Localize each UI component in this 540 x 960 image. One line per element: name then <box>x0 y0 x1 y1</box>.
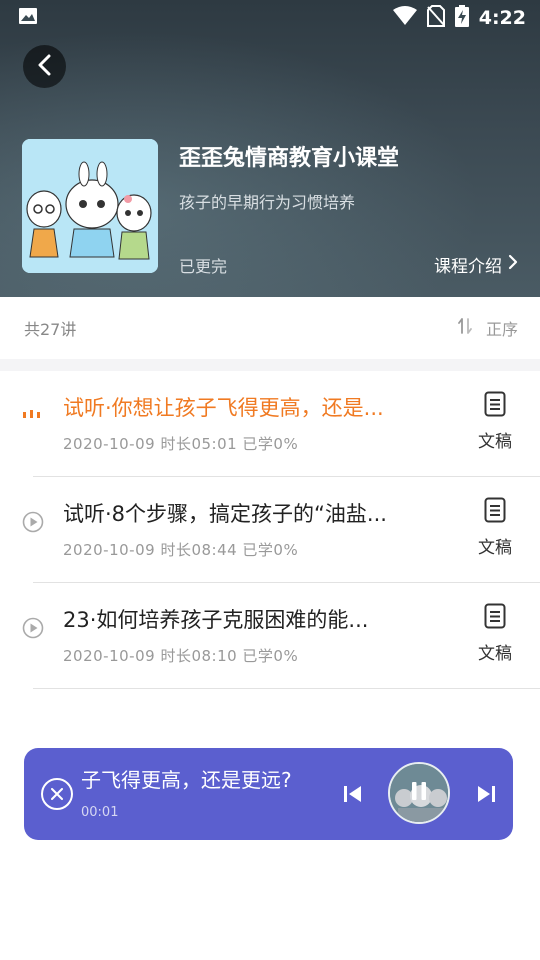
image-icon <box>18 7 38 29</box>
transcript-button[interactable]: 文稿 <box>470 497 520 561</box>
lesson-title: 23·如何培养孩子克服困难的能... <box>63 608 369 632</box>
lesson-meta: 2020-10-09 时长08:10 已学0% <box>63 647 299 665</box>
intro-link-label: 课程介绍 <box>434 257 502 277</box>
lesson-item[interactable]: 试听·8个步骤，搞定孩子的“油盐... 2020-10-09 时长08:44 已… <box>0 477 540 583</box>
skip-previous-icon <box>342 786 364 809</box>
mini-player[interactable]: 子飞得更高，还是更远? 00:01 <box>24 748 513 840</box>
transcript-button[interactable]: 文稿 <box>470 391 520 455</box>
sort-label: 正序 <box>485 320 518 339</box>
player-elapsed-time: 00:01 <box>81 805 119 820</box>
lesson-meta: 2020-10-09 时长08:44 已学0% <box>63 541 299 559</box>
transcript-label: 文稿 <box>478 644 512 664</box>
next-track-button[interactable] <box>475 783 497 805</box>
wifi-icon <box>392 6 417 30</box>
transcript-button[interactable]: 文稿 <box>470 603 520 667</box>
play-circle-icon <box>22 511 44 533</box>
course-cover-image <box>22 139 158 273</box>
transcript-label: 文稿 <box>478 432 512 452</box>
lesson-title: 试听·8个步骤，搞定孩子的“油盐... <box>63 502 387 526</box>
lesson-title: 试听·你想让孩子飞得更高，还是... <box>63 396 384 420</box>
document-icon <box>484 603 506 633</box>
previous-track-button[interactable] <box>342 783 364 805</box>
player-album-disc[interactable] <box>388 762 450 824</box>
lesson-item[interactable]: 23·如何培养孩子克服困难的能... 2020-10-09 时长08:10 已学… <box>0 583 540 689</box>
sort-icon <box>458 317 472 339</box>
playing-bars-icon <box>22 405 42 425</box>
player-close-button[interactable] <box>41 778 73 810</box>
course-subtitle: 孩子的早期行为习惯培养 <box>179 193 356 212</box>
update-status: 已更完 <box>179 257 228 276</box>
transcript-label: 文稿 <box>478 538 512 558</box>
divider <box>33 688 540 689</box>
course-intro-link[interactable]: 课程介绍 <box>434 252 518 277</box>
lesson-meta: 2020-10-09 时长05:01 已学0% <box>63 435 299 453</box>
player-track-title: 子飞得更高，还是更远? <box>81 768 292 792</box>
list-header: 共27讲 正序 <box>0 297 540 359</box>
course-title: 歪歪兔情商教育小课堂 <box>179 146 400 171</box>
back-button[interactable] <box>23 45 66 88</box>
close-icon <box>51 785 63 804</box>
status-bar: 4:22 <box>0 0 540 36</box>
clock: 4:22 <box>478 7 526 29</box>
skip-next-icon <box>475 786 497 809</box>
no-sim-icon <box>426 5 445 31</box>
sort-button[interactable]: 正序 <box>458 316 518 340</box>
chevron-left-icon <box>37 54 53 80</box>
lesson-count: 共27讲 <box>24 320 77 339</box>
document-icon <box>484 497 506 527</box>
chevron-right-icon <box>508 254 518 275</box>
course-header: 4:22 歪歪兔情商教育小课堂 孩子的早期行为习惯培养 已更完 课程介绍 <box>0 0 540 297</box>
pause-icon <box>410 780 428 806</box>
section-divider <box>0 359 540 371</box>
lesson-item[interactable]: 试听·你想让孩子飞得更高，还是... 2020-10-09 时长05:01 已学… <box>0 371 540 477</box>
pause-button[interactable] <box>390 764 448 822</box>
battery-charging-icon <box>454 5 469 31</box>
play-circle-icon <box>22 617 44 639</box>
document-icon <box>484 391 506 421</box>
